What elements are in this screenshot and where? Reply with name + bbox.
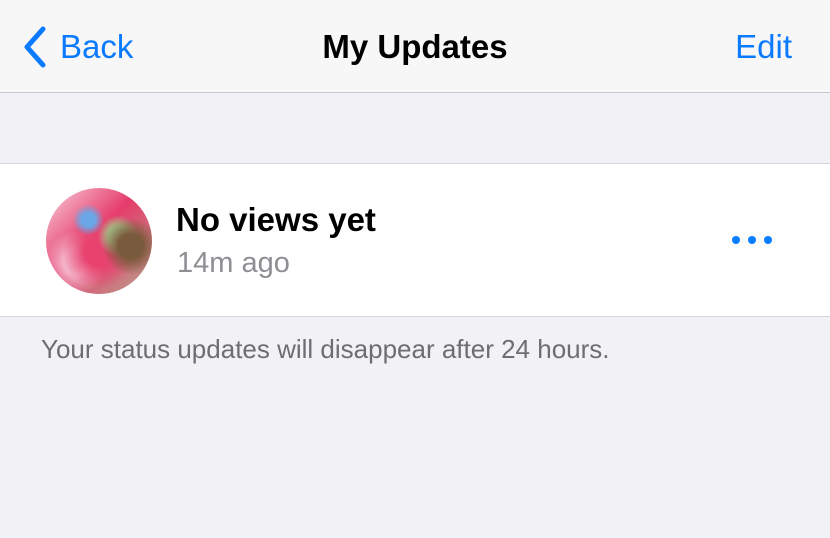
status-views-text: No views yet — [176, 201, 376, 238]
ellipsis-icon — [748, 236, 756, 244]
edit-button[interactable]: Edit — [735, 22, 792, 72]
navigation-bar: Back My Updates Edit — [0, 0, 830, 93]
ellipsis-icon — [732, 236, 740, 244]
page-title: My Updates — [322, 28, 508, 65]
status-thumbnail[interactable] — [46, 188, 152, 294]
ellipsis-icon — [764, 236, 772, 244]
more-options-button[interactable] — [732, 227, 772, 253]
status-expiry-note: Your status updates will disappear after… — [41, 334, 610, 364]
status-time-text: 14m ago — [177, 247, 290, 279]
status-update-row[interactable]: No views yet 14m ago — [0, 163, 830, 317]
